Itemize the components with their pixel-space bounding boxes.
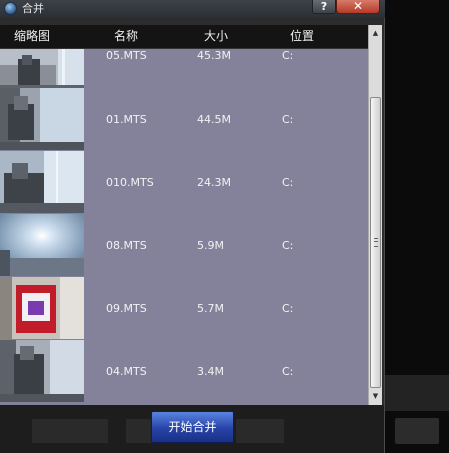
file-location: C:: [282, 239, 294, 252]
file-size: 45.3M: [197, 49, 231, 62]
file-size: 44.5M: [197, 113, 231, 126]
app-icon: [4, 2, 17, 15]
file-name: 08.MTS: [106, 239, 147, 252]
file-size: 3.4M: [197, 365, 224, 378]
scroll-up-icon[interactable]: ▲: [369, 26, 382, 40]
file-name: 09.MTS: [106, 302, 147, 315]
close-button[interactable]: ✕: [336, 0, 380, 14]
file-location: C:: [282, 49, 294, 62]
thumbnail-image: [0, 151, 84, 213]
thumbnail-image: [0, 214, 84, 276]
file-location: C:: [282, 365, 294, 378]
column-header-thumbnail[interactable]: 缩略图: [14, 29, 50, 43]
column-header-size[interactable]: 大小: [204, 29, 228, 43]
start-merge-button[interactable]: 开始合并: [151, 411, 234, 443]
background-button: [32, 419, 108, 443]
scroll-down-icon[interactable]: ▼: [369, 389, 382, 403]
file-row[interactable]: 09.MTS 5.7M C:: [0, 277, 368, 340]
file-row[interactable]: 08.MTS 5.9M C:: [0, 214, 368, 277]
thumbnail-image: [0, 88, 84, 150]
file-row[interactable]: 04.MTS 3.4M C:: [0, 340, 368, 403]
column-header-name[interactable]: 名称: [114, 29, 138, 43]
thumbnail-image: [0, 277, 84, 339]
window-title: 合并: [22, 2, 44, 15]
file-name: 05.MTS: [106, 49, 147, 62]
background-toolbar: [385, 375, 449, 411]
background-button: [395, 418, 439, 444]
merge-dialog: 合并 ? ✕ 缩略图 名称 大小 位置 05.MTS 45.3M C: 01.M…: [0, 0, 385, 453]
grip-icon: [374, 238, 378, 247]
file-size: 5.9M: [197, 239, 224, 252]
file-row[interactable]: 010.MTS 24.3M C:: [0, 151, 368, 214]
file-name: 04.MTS: [106, 365, 147, 378]
file-name: 01.MTS: [106, 113, 147, 126]
background-button: [236, 419, 284, 443]
file-location: C:: [282, 176, 294, 189]
file-list: 05.MTS 45.3M C: 01.MTS 44.5M C: 010.MTS …: [0, 49, 368, 405]
file-size: 24.3M: [197, 176, 231, 189]
file-name: 010.MTS: [106, 176, 154, 189]
thumbnail-image: [0, 340, 84, 402]
file-row[interactable]: 01.MTS 44.5M C:: [0, 88, 368, 151]
file-location: C:: [282, 302, 294, 315]
background-button: [126, 419, 152, 443]
file-location: C:: [282, 113, 294, 126]
column-header-location[interactable]: 位置: [290, 29, 314, 43]
vertical-scrollbar[interactable]: ▲ ▼: [368, 25, 382, 405]
list-header: 缩略图 名称 大小 位置: [0, 25, 368, 49]
help-button[interactable]: ?: [312, 0, 336, 14]
file-size: 5.7M: [197, 302, 224, 315]
scrollbar-thumb[interactable]: [370, 97, 381, 388]
